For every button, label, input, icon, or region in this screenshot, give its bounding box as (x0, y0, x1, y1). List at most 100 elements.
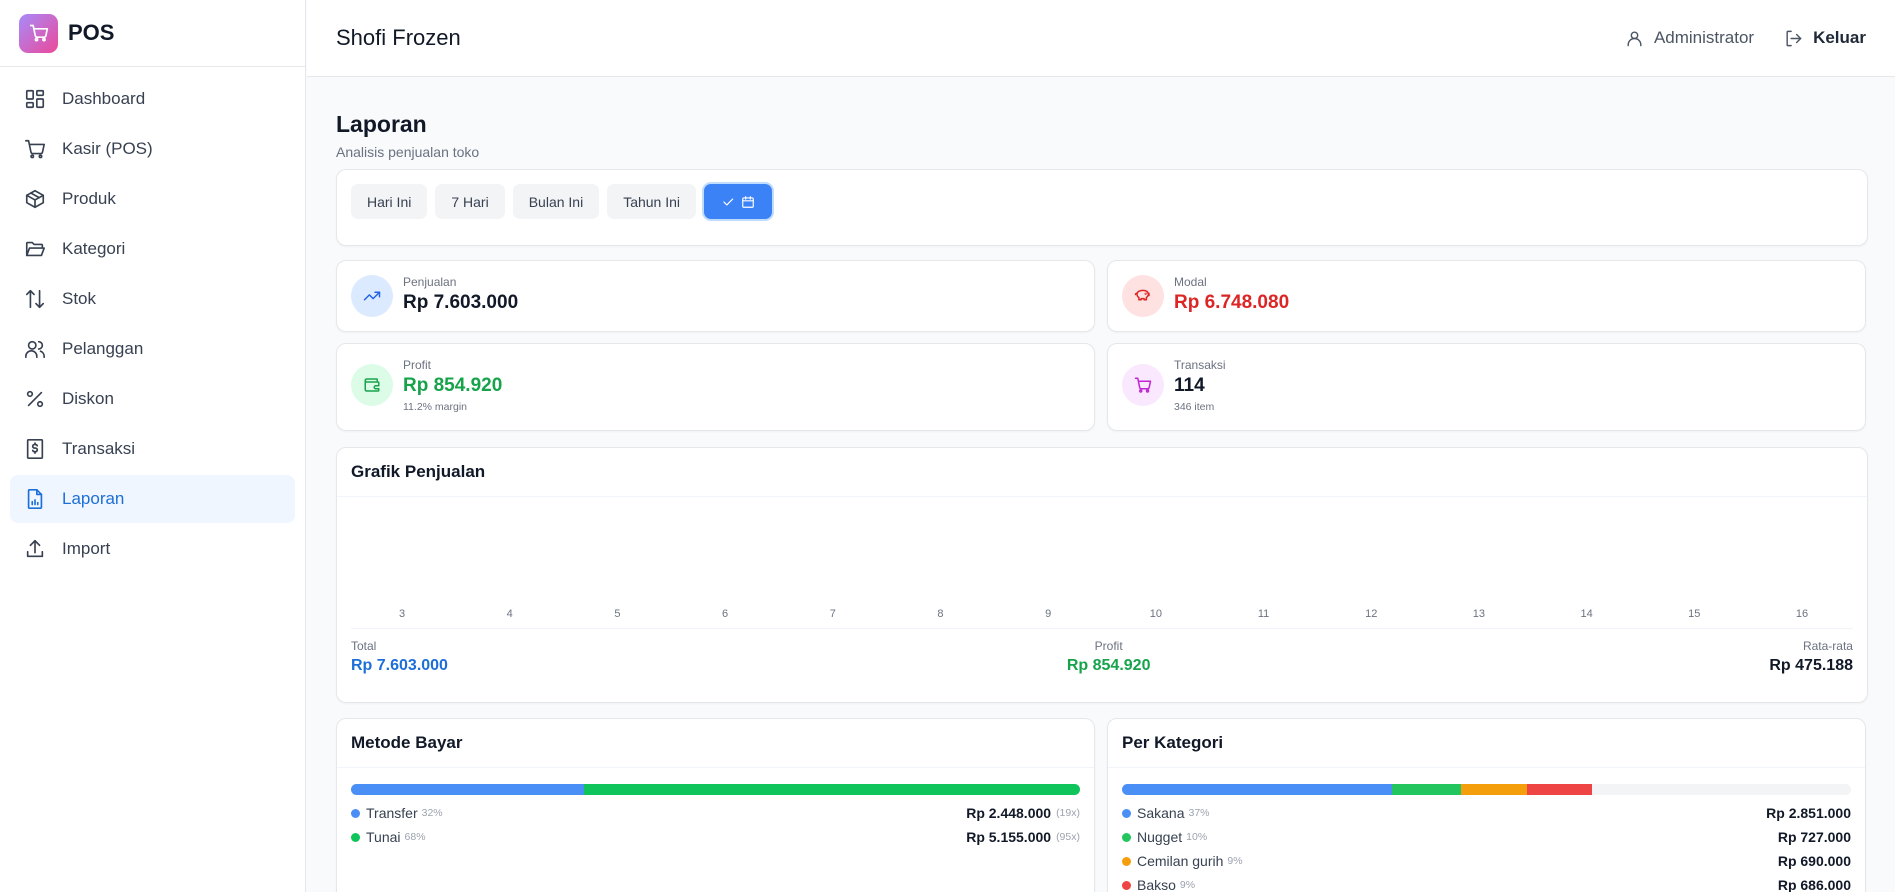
page-subtitle: Analisis penjualan toko (336, 144, 480, 160)
logout-button[interactable]: Keluar (1784, 28, 1866, 48)
brand[interactable]: POS (0, 0, 305, 67)
category-stacked-bar (1122, 784, 1851, 795)
stat-value: Rp 6.748.080 (1174, 292, 1290, 313)
summary-total-value: Rp 7.603.000 (351, 657, 448, 674)
sidebar-item-pelanggan[interactable]: Pelanggan (10, 325, 295, 373)
legend-name: Sakana (1137, 805, 1185, 821)
legend-name: Cemilan gurih (1137, 853, 1224, 869)
users-icon (25, 340, 45, 359)
list-item: Nugget 10% Rp 727.000 (1122, 825, 1851, 849)
category-bar-segment (1391, 784, 1461, 795)
filter-year-button[interactable]: Tahun Ini (607, 184, 697, 219)
user-label: Administrator (1653, 28, 1755, 47)
stat-label: Profit (403, 358, 432, 372)
x-tick-label: 14 (1580, 608, 1593, 620)
category-bar-segment (1526, 784, 1593, 795)
filter-today-button[interactable]: Hari Ini (351, 184, 428, 219)
sidebar-item-stok[interactable]: Stok (10, 275, 295, 323)
stat-label: Modal (1174, 275, 1207, 289)
receipt-icon (26, 439, 44, 459)
legend-name: Tunai (366, 829, 401, 845)
filter-7days-button[interactable]: 7 Hari (435, 184, 505, 219)
stat-label: Transaksi (1174, 358, 1226, 372)
x-tick-label: 6 (722, 608, 729, 620)
arrows-updown-icon (25, 289, 45, 309)
report-icon (27, 489, 43, 509)
payment-bar-segment (584, 784, 1080, 795)
x-tick-label: 10 (1149, 608, 1162, 620)
sidebar-item-label: Pelanggan (62, 339, 144, 358)
percent-icon (26, 390, 44, 408)
filter-month-button[interactable]: Bulan Ini (512, 184, 600, 219)
legend-count: (19x) (1056, 807, 1080, 819)
sidebar-item-label: Stok (62, 289, 97, 308)
x-tick-label: 16 (1795, 608, 1809, 620)
legend-name: Bakso (1137, 877, 1176, 892)
stat-card-profit: Profit Rp 854.920 11.2% margin (336, 343, 1095, 431)
sidebar-item-label: Diskon (62, 389, 114, 408)
chart-title: Grafik Penjualan (337, 448, 1867, 497)
x-tick-label: 4 (506, 608, 513, 620)
legend-pct: 10% (1186, 831, 1208, 843)
summary-avg-label: Rata-rata (1802, 639, 1853, 653)
sidebar-item-transaksi[interactable]: Transaksi (10, 425, 295, 473)
payment-bar-segment (351, 784, 585, 795)
legend-pct: 37% (1188, 807, 1210, 819)
stat-value: 114 (1174, 375, 1205, 396)
legend-pct: 32% (421, 807, 443, 819)
list-item: Bakso 9% Rp 686.000 (1122, 873, 1851, 892)
x-tick-label: 13 (1472, 608, 1486, 620)
summary-avg-value: Rp 475.188 (1769, 657, 1853, 674)
x-tick-label: 7 (829, 608, 836, 620)
folder-icon (25, 241, 45, 257)
category-card: Per Kategori Sakana 37% Rp 2.851.000 Nug… (1107, 718, 1866, 892)
summary-profit-value: Rp 854.920 (1066, 657, 1151, 674)
sidebar-item-kasir[interactable]: Kasir (POS) (10, 125, 295, 173)
sidebar-item-import[interactable]: Import (10, 525, 295, 573)
sidebar-item-diskon[interactable]: Diskon (10, 375, 295, 423)
user-icon (1627, 30, 1642, 46)
sidebar-item-label: Dashboard (62, 89, 146, 108)
stat-card-transactions: Transaksi 114 346 item (1107, 343, 1866, 431)
x-tick-label: 5 (614, 608, 621, 620)
legend-amount: Rp 690.000 (1777, 853, 1851, 869)
x-tick-label: 15 (1688, 608, 1701, 620)
sidebar-item-kategori[interactable]: Kategori (10, 225, 295, 273)
filter-custom-range-button[interactable] (704, 184, 773, 219)
upload-icon (26, 539, 44, 558)
main-content: Laporan Analisis penjualan toko Hari Ini… (336, 77, 1868, 892)
user-menu-button[interactable]: Administrator (1625, 28, 1754, 48)
stat-value: Rp 854.920 (403, 375, 503, 396)
x-tick-label: 3 (398, 608, 406, 620)
list-item: Transfer 32% Rp 2.448.000 (19x) (351, 801, 1080, 825)
legend-dot (351, 832, 360, 842)
category-title: Per Kategori (1108, 719, 1865, 768)
cart-icon (25, 139, 45, 159)
wallet-icon (351, 364, 393, 406)
dashboard-icon (25, 89, 45, 109)
sales-chart: 3 4 5 6 7 8 9 10 11 12 13 14 15 16 (351, 497, 1853, 629)
legend-amount: Rp 727.000 (1777, 829, 1851, 845)
legend-name: Nugget (1137, 829, 1183, 845)
legend-dot (1122, 808, 1131, 818)
sidebar: POS Dashboard Kasir (POS) Produk Kategor… (0, 0, 306, 892)
sidebar-item-laporan[interactable]: Laporan (10, 475, 295, 523)
list-item: Tunai 68% Rp 5.155.000 (95x) (351, 825, 1080, 849)
stat-card-sales: Penjualan Rp 7.603.000 (336, 260, 1095, 332)
sidebar-item-label: Kasir (POS) (62, 139, 153, 158)
logout-label: Keluar (1813, 28, 1866, 47)
box-icon (25, 189, 45, 209)
legend-dot (351, 808, 360, 818)
sidebar-item-label: Produk (62, 189, 116, 208)
sidebar-item-dashboard[interactable]: Dashboard (10, 75, 295, 123)
legend-pct: 9% (1227, 855, 1243, 867)
stat-card-cost: Modal Rp 6.748.080 (1107, 260, 1866, 332)
x-tick-label: 9 (1045, 608, 1052, 620)
calendar-icon (742, 195, 754, 208)
sidebar-item-label: Import (62, 539, 111, 558)
sidebar-item-produk[interactable]: Produk (10, 175, 295, 223)
legend-amount: Rp 2.448.000 (966, 805, 1052, 821)
stat-value: Rp 7.603.000 (403, 292, 519, 313)
legend-dot (1122, 880, 1131, 890)
list-item: Sakana 37% Rp 2.851.000 (1122, 801, 1851, 825)
